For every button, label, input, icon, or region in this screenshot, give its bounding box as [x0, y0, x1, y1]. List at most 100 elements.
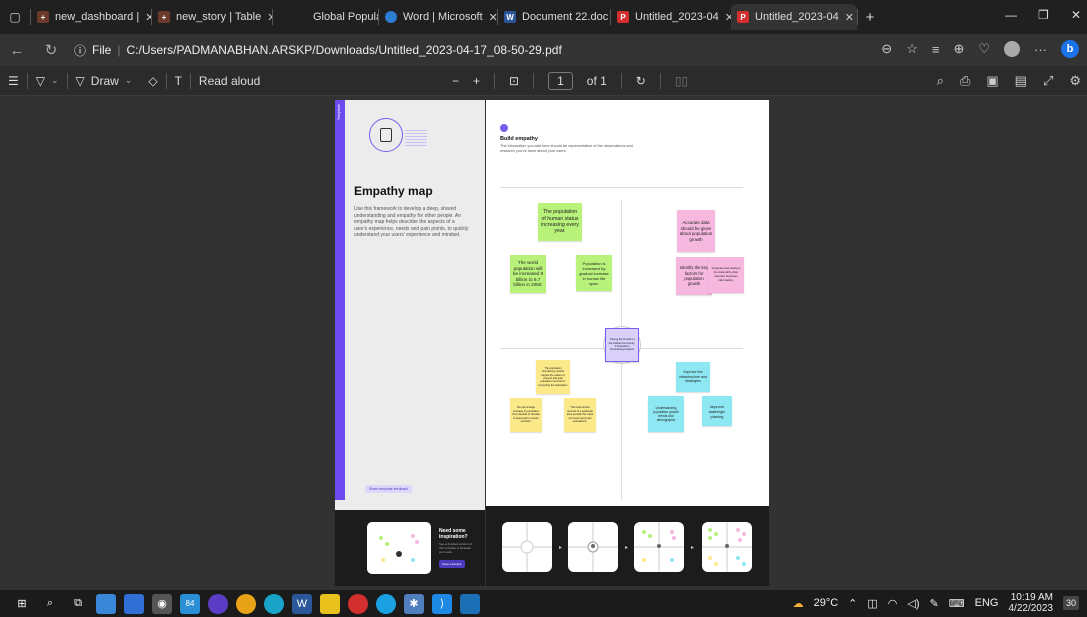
- text-icon[interactable]: T: [167, 74, 190, 88]
- network-icon[interactable]: ◫: [867, 597, 877, 610]
- app-icon[interactable]: [208, 593, 228, 614]
- search-icon[interactable]: ⌕: [40, 594, 60, 614]
- page-total: of 1: [586, 74, 607, 88]
- keyboard-icon[interactable]: ⌨: [949, 597, 965, 610]
- task-view-icon[interactable]: ⧉: [68, 594, 88, 614]
- settings-icon[interactable]: ⚙: [1069, 73, 1081, 89]
- refresh-icon[interactable]: ↻: [34, 41, 68, 59]
- contents-icon[interactable]: ☰: [0, 74, 27, 88]
- rotate-icon[interactable]: ↻: [636, 74, 646, 88]
- pdf-icon: P: [617, 11, 629, 23]
- store-icon[interactable]: [124, 593, 144, 614]
- fit-page-icon[interactable]: ⊡: [509, 74, 519, 88]
- inspiration-subtitle: See a finished version of this template …: [439, 542, 472, 554]
- mail-icon[interactable]: 84: [180, 593, 200, 614]
- url-divider: |: [117, 43, 121, 57]
- camera-icon[interactable]: ◉: [152, 593, 172, 614]
- template-feedback-link[interactable]: Share template feedback: [365, 485, 412, 493]
- tab-close-icon[interactable]: ✕: [845, 11, 854, 24]
- draw-label: Draw: [90, 73, 119, 88]
- vscode-icon[interactable]: ⟩: [432, 593, 452, 614]
- tab-actions-icon[interactable]: ▢: [0, 10, 30, 24]
- page-view-icon[interactable]: ▯▯: [675, 74, 688, 88]
- photos-icon[interactable]: [460, 593, 480, 614]
- tab-global-population[interactable]: Global Population ✕: [273, 4, 378, 30]
- volume-icon[interactable]: ◁): [907, 597, 919, 610]
- tab-close-icon[interactable]: ✕: [489, 11, 497, 24]
- opera-icon[interactable]: [348, 593, 368, 614]
- partial-map-preview: [634, 522, 684, 572]
- minimize-icon[interactable]: —: [1005, 8, 1017, 22]
- windows-start-icon[interactable]: ⊞: [12, 594, 32, 614]
- browser-essentials-icon[interactable]: ♡: [978, 41, 990, 57]
- collections-icon[interactable]: ⊕: [953, 41, 964, 57]
- app-icon-2[interactable]: [376, 593, 396, 614]
- tab-word[interactable]: Word | Microsoft ✕: [379, 4, 497, 30]
- sticky-note-cyan: Understanding population growth trends a…: [648, 396, 684, 432]
- bing-chat-icon[interactable]: b: [1061, 40, 1079, 58]
- temperature[interactable]: 29°C: [814, 597, 839, 609]
- chrome-icon[interactable]: [236, 593, 256, 614]
- tab-document-22[interactable]: W Document 22.doc ✕: [498, 4, 610, 30]
- address-actions: ⊖ ☆ ≡ ⊕ ♡ ··· b: [881, 40, 1079, 58]
- more-options-icon[interactable]: ···: [1034, 42, 1047, 57]
- pdf-viewer[interactable]: Template Empathy map Use this framework …: [0, 96, 1087, 590]
- erase-icon[interactable]: ◇: [140, 74, 165, 88]
- zoom-icon[interactable]: ⊖: [881, 41, 892, 57]
- restore-icon[interactable]: ❐: [1038, 8, 1049, 22]
- empathy-map-icon: [369, 118, 403, 152]
- clock[interactable]: 10:19 AM 4/22/2023: [1008, 592, 1053, 614]
- open-example-button[interactable]: Open example: [439, 560, 465, 568]
- wifi-icon[interactable]: ◠: [888, 597, 898, 610]
- fullscreen-icon[interactable]: ⤢: [1043, 73, 1053, 89]
- zoom-in-button[interactable]: +: [473, 74, 480, 88]
- back-icon[interactable]: ←: [0, 42, 34, 59]
- notifications-icon[interactable]: 30: [1062, 596, 1079, 610]
- tab-label: Untitled_2023-04: [635, 11, 719, 23]
- url-field[interactable]: ⓘ File | C:/Users/PADMANABHAN.ARSKP/Down…: [74, 42, 562, 59]
- file-explorer-icon[interactable]: [96, 593, 116, 614]
- tab-untitled-pdf-1[interactable]: P Untitled_2023-04 ✕: [611, 4, 731, 30]
- empathy-map-title: Empathy map: [354, 184, 433, 198]
- sticky-note-green: The world population will be increased 8…: [510, 255, 546, 293]
- pen-icon[interactable]: ✎: [930, 597, 939, 610]
- tray-overflow-icon[interactable]: ⌃: [848, 597, 857, 610]
- search-icon[interactable]: ⌕: [937, 73, 944, 89]
- power-bi-icon[interactable]: [320, 593, 340, 614]
- map-with-persona-preview: [568, 522, 618, 572]
- inspiration-panel: Need some inspiration? See a finished ve…: [335, 510, 485, 586]
- word-icon[interactable]: W: [292, 593, 312, 614]
- save-as-icon[interactable]: ▤: [1015, 73, 1027, 89]
- chevron-down-icon: ⌄: [51, 75, 59, 85]
- page-number-input[interactable]: 1: [548, 72, 573, 90]
- favorite-add-icon[interactable]: ☆: [906, 41, 918, 57]
- toolbar-separator: [659, 73, 661, 89]
- favorites-icon[interactable]: ≡: [932, 42, 940, 57]
- close-window-icon[interactable]: ✕: [1071, 8, 1081, 22]
- save-icon[interactable]: ▣: [986, 73, 998, 89]
- toolbar-separator: [494, 73, 496, 89]
- edge-icon[interactable]: [264, 593, 284, 614]
- tab-label: Global Population: [313, 11, 378, 23]
- snipping-tool-icon[interactable]: ✱: [404, 593, 424, 614]
- language-indicator[interactable]: ENG: [975, 597, 999, 609]
- tab-untitled-pdf-2[interactable]: P Untitled_2023-04 ✕: [731, 4, 857, 30]
- tab-new-dashboard[interactable]: + new_dashboard | ✕: [31, 4, 151, 30]
- new-tab-icon[interactable]: +: [858, 9, 882, 26]
- profile-avatar[interactable]: [1004, 41, 1020, 57]
- clock-time: 10:19 AM: [1010, 592, 1053, 603]
- arrow-right-icon: ▸: [559, 545, 563, 551]
- draw-button[interactable]: ▽ Draw ⌄: [68, 74, 141, 88]
- highlight-icon: ▽: [35, 73, 45, 88]
- pdf-page-left-panel: Template Empathy map Use this framework …: [335, 100, 485, 586]
- inspiration-preview-card: [367, 522, 431, 574]
- word-online-icon: [385, 11, 397, 23]
- toolbar-separator: [620, 73, 622, 89]
- print-icon[interactable]: ⎙: [960, 73, 970, 89]
- read-aloud-button[interactable]: Read aloud: [191, 74, 268, 88]
- highlight-button[interactable]: ▽ ⌄: [28, 74, 67, 88]
- zoom-out-button[interactable]: −: [452, 74, 459, 88]
- tab-new-story[interactable]: + new_story | Table ✕: [152, 4, 272, 30]
- step-thumbnail-2: [568, 522, 618, 572]
- sticky-note-pink: Identify the key factors for population …: [676, 257, 712, 295]
